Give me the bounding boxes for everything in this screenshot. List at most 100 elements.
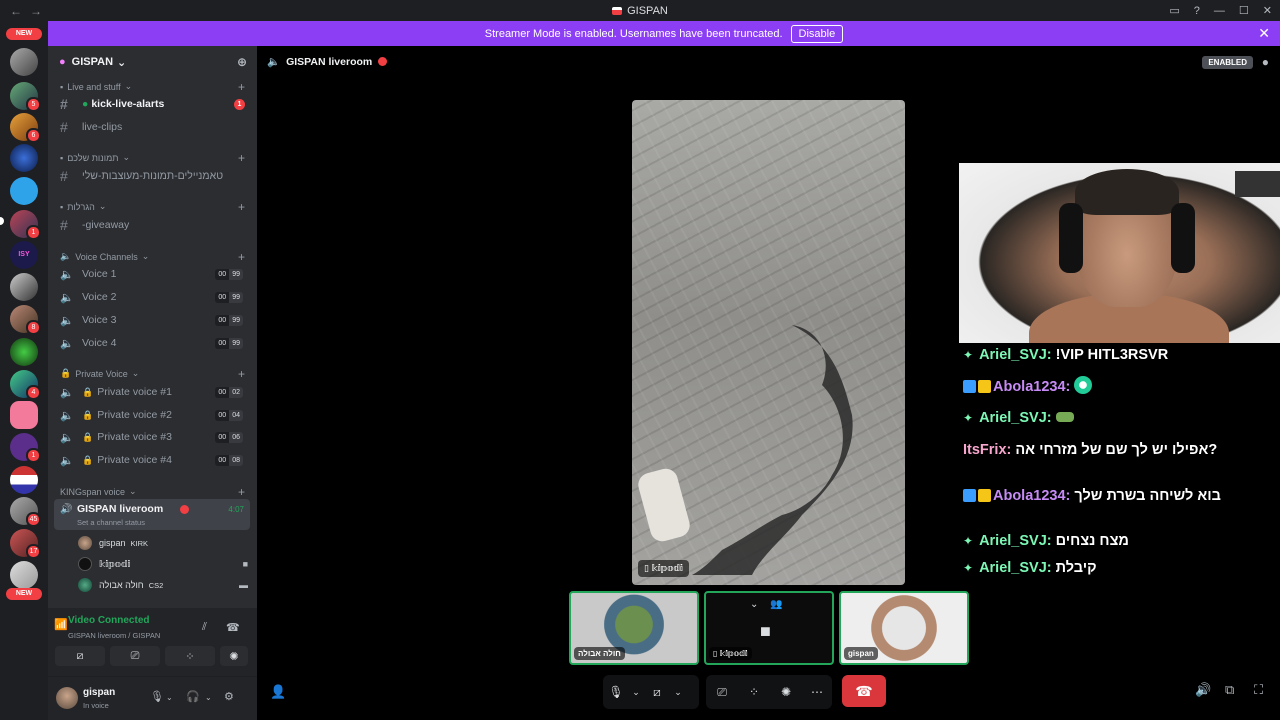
voice-channel-link[interactable]: GISPAN liveroom / GISPAN	[68, 631, 160, 640]
participant-tile[interactable]: gispan	[839, 591, 969, 665]
category-voice[interactable]: 🔈 Voice Channels ⌄ +	[60, 250, 245, 264]
soundboard-icon[interactable]: ✺	[770, 685, 802, 699]
server-icon[interactable]	[10, 561, 38, 589]
participant-tile[interactable]: חולה אבולה	[569, 591, 699, 665]
private-voice-4[interactable]: 🔈 🔒 Private voice #4 00 08	[56, 450, 249, 470]
chevron-down-icon: ⌄	[117, 56, 127, 69]
forward-arrow-icon[interactable]: →	[30, 4, 42, 18]
headphone-right	[1171, 203, 1195, 273]
close-banner-icon[interactable]: ✕	[1258, 25, 1270, 42]
server-name: GISPAN	[71, 56, 114, 68]
server-icon[interactable]	[10, 273, 38, 301]
server-icon[interactable]	[10, 144, 38, 172]
category-live[interactable]: ▪ Live and stuff ⌄ +	[60, 80, 245, 94]
chevron-down-icon[interactable]: ⌄	[629, 687, 643, 698]
headphones-icon[interactable]: 🎧	[186, 690, 200, 703]
disconnect-icon[interactable]: ☎	[226, 621, 240, 634]
soundboard-button[interactable]: ✺	[220, 646, 248, 666]
add-channel-icon[interactable]: +	[238, 485, 245, 499]
back-arrow-icon[interactable]: ←	[10, 4, 22, 18]
category-images[interactable]: ▪ תמונות שלכם ⌄ +	[60, 151, 245, 165]
people-icon[interactable]: 👥	[770, 599, 782, 610]
channel-kick-live-alarts[interactable]: # ● kick-live-alarts 1	[56, 94, 249, 114]
server-icon[interactable]: 8	[10, 305, 41, 335]
voice-channel-4[interactable]: 🔈 Voice 4 00 99	[56, 333, 249, 353]
main-video-feed[interactable]: ▯ 𝕜𝕚𝕡𝕠𝕕𝕚	[632, 100, 905, 585]
voice-member[interactable]: 𝕜𝕚𝕡𝕠𝕕𝕚 ■	[78, 555, 248, 573]
chat-bubble-icon[interactable]: ●	[1262, 55, 1269, 69]
add-channel-icon[interactable]: +	[238, 200, 245, 214]
add-channel-icon[interactable]: +	[238, 151, 245, 165]
video-connected-text[interactable]: Video Connected	[68, 615, 150, 626]
lock-icon: 🔒	[82, 386, 94, 397]
screen-share-icon[interactable]: ⎚	[706, 685, 738, 700]
screen-share-button[interactable]: ⎚	[110, 646, 160, 666]
user-avatar[interactable]	[56, 687, 78, 709]
settings-gear-icon[interactable]: ⚙	[224, 690, 234, 703]
activities-button[interactable]: ⁘	[165, 646, 215, 666]
private-voice-3[interactable]: 🔈 🔒 Private voice #3 00 06	[56, 427, 249, 447]
participant-tile[interactable]: ■ ⌄ 👥 ▯ 𝕜𝕚𝕡𝕠𝕕𝕚	[704, 591, 834, 665]
server-icon[interactable]	[10, 338, 38, 366]
chevron-down-icon[interactable]: ⌄	[166, 693, 173, 702]
maximize-icon[interactable]: ☐	[1239, 4, 1249, 17]
camera-off-button[interactable]: ⧄	[55, 646, 105, 666]
server-flag-icon	[612, 6, 623, 15]
channel-thumbnails[interactable]: # טאמניילים-תמונות-מעוצבות-שלי	[56, 166, 249, 186]
channel-status[interactable]: Set a channel status	[77, 518, 145, 527]
server-icon[interactable]: 1	[10, 433, 41, 463]
channel-live-clips[interactable]: # live-clips	[56, 117, 249, 137]
more-options-icon[interactable]: ⋯	[802, 685, 832, 699]
category-giveaways[interactable]: ▪ הגרלות ⌄ +	[60, 200, 245, 214]
channel-giveaway[interactable]: # -giveaway	[56, 215, 249, 235]
volume-icon[interactable]: 🔊	[1195, 682, 1211, 698]
voice-channel-1[interactable]: 🔈 Voice 1 00 99	[56, 264, 249, 284]
server-icon[interactable]: 17	[10, 529, 41, 559]
disable-button[interactable]: Disable	[790, 24, 844, 43]
chevron-down-icon[interactable]: ⌄	[205, 693, 212, 702]
server-icon[interactable]: ISY	[10, 241, 38, 269]
inbox-icon[interactable]: ▭	[1169, 4, 1179, 17]
voice-member[interactable]: gispan KIRK	[78, 534, 248, 552]
category-private[interactable]: 🔒 Private Voice ⌄ +	[60, 367, 245, 381]
voice-channel-3[interactable]: 🔈 Voice 3 00 99	[56, 310, 249, 330]
close-window-icon[interactable]: ✕	[1263, 4, 1272, 17]
camera-off-icon[interactable]: ⧄	[643, 685, 671, 700]
activities-icon[interactable]: ⁘	[738, 685, 770, 699]
minimize-icon[interactable]: —	[1214, 5, 1225, 17]
server-icon[interactable]: 45	[10, 497, 41, 527]
crown-icon	[978, 380, 991, 393]
voice-channel-2[interactable]: 🔈 Voice 2 00 99	[56, 287, 249, 307]
add-channel-icon[interactable]: +	[238, 250, 245, 264]
noise-suppression-icon[interactable]: ⫽	[202, 621, 207, 634]
invite-people-icon[interactable]: ⊕	[237, 55, 247, 69]
server-header[interactable]: ● GISPAN ⌄ ⊕	[48, 46, 257, 78]
private-voice-2[interactable]: 🔈 🔒 Private voice #2 00 04	[56, 405, 249, 425]
chevron-down-icon[interactable]: ⌄	[671, 687, 685, 698]
add-channel-icon[interactable]: +	[238, 80, 245, 94]
add-channel-icon[interactable]: +	[238, 367, 245, 381]
server-icon[interactable]: 1	[10, 210, 41, 240]
voice-member[interactable]: חולה אבולה CS2 ▬	[78, 576, 248, 594]
avatar	[78, 557, 92, 571]
server-icon[interactable]: 4	[10, 370, 41, 400]
private-voice-1[interactable]: 🔈 🔒 Private voice #1 00 02	[56, 382, 249, 402]
server-icon[interactable]	[10, 466, 38, 494]
disconnect-call-button[interactable]: ☎	[842, 675, 886, 707]
green-circle-icon: ●	[82, 98, 89, 110]
server-icon[interactable]: 5	[10, 82, 41, 112]
invite-to-voice-icon[interactable]: 👤	[270, 684, 286, 700]
server-icon[interactable]	[10, 177, 38, 205]
server-icon[interactable]	[10, 401, 38, 429]
server-icon[interactable]: 6	[10, 113, 41, 143]
pop-out-icon[interactable]: ⧉	[1225, 682, 1234, 698]
microphone-icon[interactable]: 🎙	[150, 690, 164, 703]
fullscreen-icon[interactable]: ⛶	[1254, 682, 1263, 698]
active-voice-channel[interactable]: 🔊 GISPAN liveroom Set a channel status 4…	[54, 499, 250, 530]
help-icon[interactable]: ?	[1194, 5, 1200, 17]
chevron-down-icon[interactable]: ⌄	[750, 599, 758, 610]
unread-badge: 1	[234, 98, 245, 110]
microphone-icon[interactable]: 🎙	[603, 685, 629, 699]
server-icon[interactable]	[10, 48, 38, 76]
category-kingspan[interactable]: KINGspan voice ⌄ +	[60, 485, 245, 499]
